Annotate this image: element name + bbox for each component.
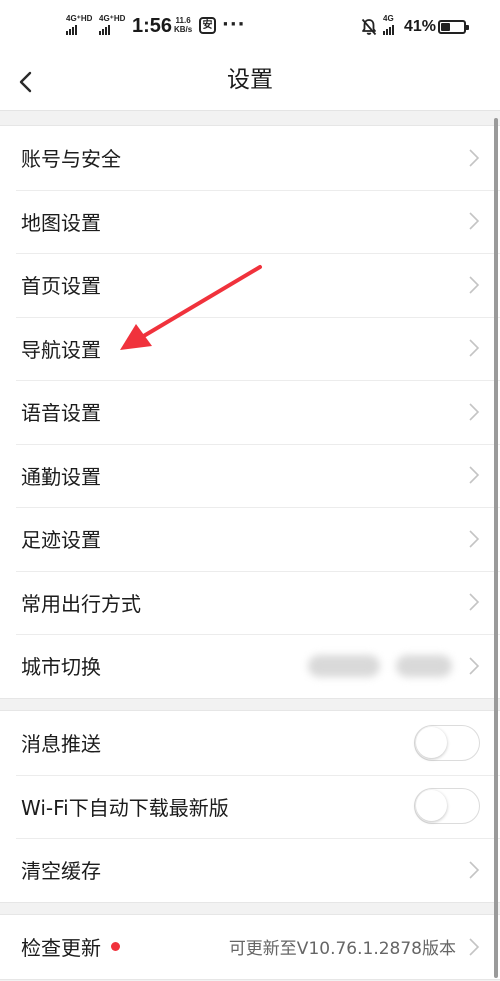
app-notification-icon: 安 (199, 17, 216, 34)
chevron-right-icon (469, 149, 480, 167)
settings-row-push: 消息推送 (0, 711, 500, 775)
signal-icon (66, 25, 92, 35)
settings-row-voice[interactable]: 语音设置 (0, 380, 500, 444)
chevron-right-icon (469, 657, 480, 675)
chevron-right-icon (469, 212, 480, 230)
battery-level-fill (441, 23, 451, 31)
update-version-text: 可更新至V10.76.1.2878版本 (228, 939, 456, 960)
network-speed: 11.6 KB/s (174, 16, 192, 34)
settings-header: 设置 (0, 56, 500, 111)
settings-group-update: 检查更新 可更新至V10.76.1.2878版本 (0, 914, 500, 980)
settings-row-map[interactable]: 地图设置 (0, 189, 500, 254)
toggle-knob (416, 790, 447, 822)
chevron-right-icon (469, 276, 480, 294)
settings-row-footprint[interactable]: 足迹设置 (0, 507, 500, 571)
row-label: 检查更新 (21, 936, 101, 961)
clock: 1:56 (132, 15, 173, 37)
settings-row-clear-cache[interactable]: 清空缓存 (0, 838, 500, 902)
network-indicator-2: 4G⁺HD (99, 14, 125, 35)
row-label: 城市切换 (21, 655, 101, 680)
settings-row-navigation[interactable]: 导航设置 (0, 316, 500, 381)
row-label: Wi-Fi下自动下载最新版 (21, 795, 229, 820)
row-label: 足迹设置 (21, 528, 101, 553)
settings-row-commute[interactable]: 通勤设置 (0, 443, 500, 508)
toggle-knob (416, 726, 447, 758)
chevron-right-icon (469, 938, 480, 956)
chevron-right-icon (469, 861, 480, 879)
signal-icon (99, 25, 125, 35)
push-toggle[interactable] (414, 724, 480, 761)
page-title: 设置 (227, 67, 273, 93)
battery-icon (438, 20, 469, 34)
signal-icon (383, 25, 394, 35)
row-label: 消息推送 (21, 732, 101, 757)
row-label: 通勤设置 (21, 464, 101, 489)
settings-group-misc: 消息推送 Wi-Fi下自动下载最新版 清空缓存 (0, 710, 500, 903)
network-type-label: 4G⁺HD (99, 14, 126, 23)
row-label: 地图设置 (21, 210, 101, 235)
settings-row-home[interactable]: 首页设置 (0, 253, 500, 317)
network-type-label: 4G⁺HD (66, 14, 93, 23)
blurred-city-value (396, 654, 452, 677)
chevron-right-icon (469, 593, 480, 611)
settings-row-wifi-download: Wi-Fi下自动下载最新版 (0, 774, 500, 839)
network-speed-value: 11.6 (175, 16, 191, 25)
row-label: 常用出行方式 (21, 591, 141, 616)
row-label: 导航设置 (21, 337, 101, 362)
battery-percent: 41% (404, 18, 437, 35)
more-notifications-icon: ··· (222, 14, 246, 35)
chevron-right-icon (469, 466, 480, 484)
row-label: 首页设置 (21, 274, 101, 299)
settings-row-city-switch[interactable]: 城市切换 (0, 634, 500, 698)
update-badge-dot (111, 942, 120, 952)
network-indicator-3: 4G (383, 14, 394, 35)
network-speed-unit: KB/s (174, 25, 193, 34)
settings-row-check-update[interactable]: 检查更新 可更新至V10.76.1.2878版本 (0, 915, 500, 979)
wifi-download-toggle[interactable] (414, 788, 480, 825)
network-indicator-1: 4G⁺HD (66, 14, 92, 35)
row-label: 账号与安全 (21, 147, 121, 172)
chevron-right-icon (469, 530, 480, 548)
row-label: 清空缓存 (21, 859, 101, 884)
settings-row-travel-mode[interactable]: 常用出行方式 (0, 570, 500, 635)
settings-group-main: 账号与安全 地图设置 首页设置 导航设置 语音设置 通勤设置 足迹设置 常用出行… (0, 125, 500, 699)
chevron-right-icon (469, 339, 480, 357)
settings-row-account-security[interactable]: 账号与安全 (0, 126, 500, 190)
row-label: 语音设置 (21, 401, 101, 426)
blurred-city-value (308, 654, 380, 677)
bell-off-icon (361, 18, 377, 36)
scrollbar[interactable] (494, 118, 498, 978)
chevron-right-icon (469, 403, 480, 421)
network-type-label: 4G (383, 14, 394, 23)
status-bar: 4G⁺HD 4G⁺HD 1:56 11.6 KB/s 安 ··· 4G 41% (0, 0, 500, 56)
